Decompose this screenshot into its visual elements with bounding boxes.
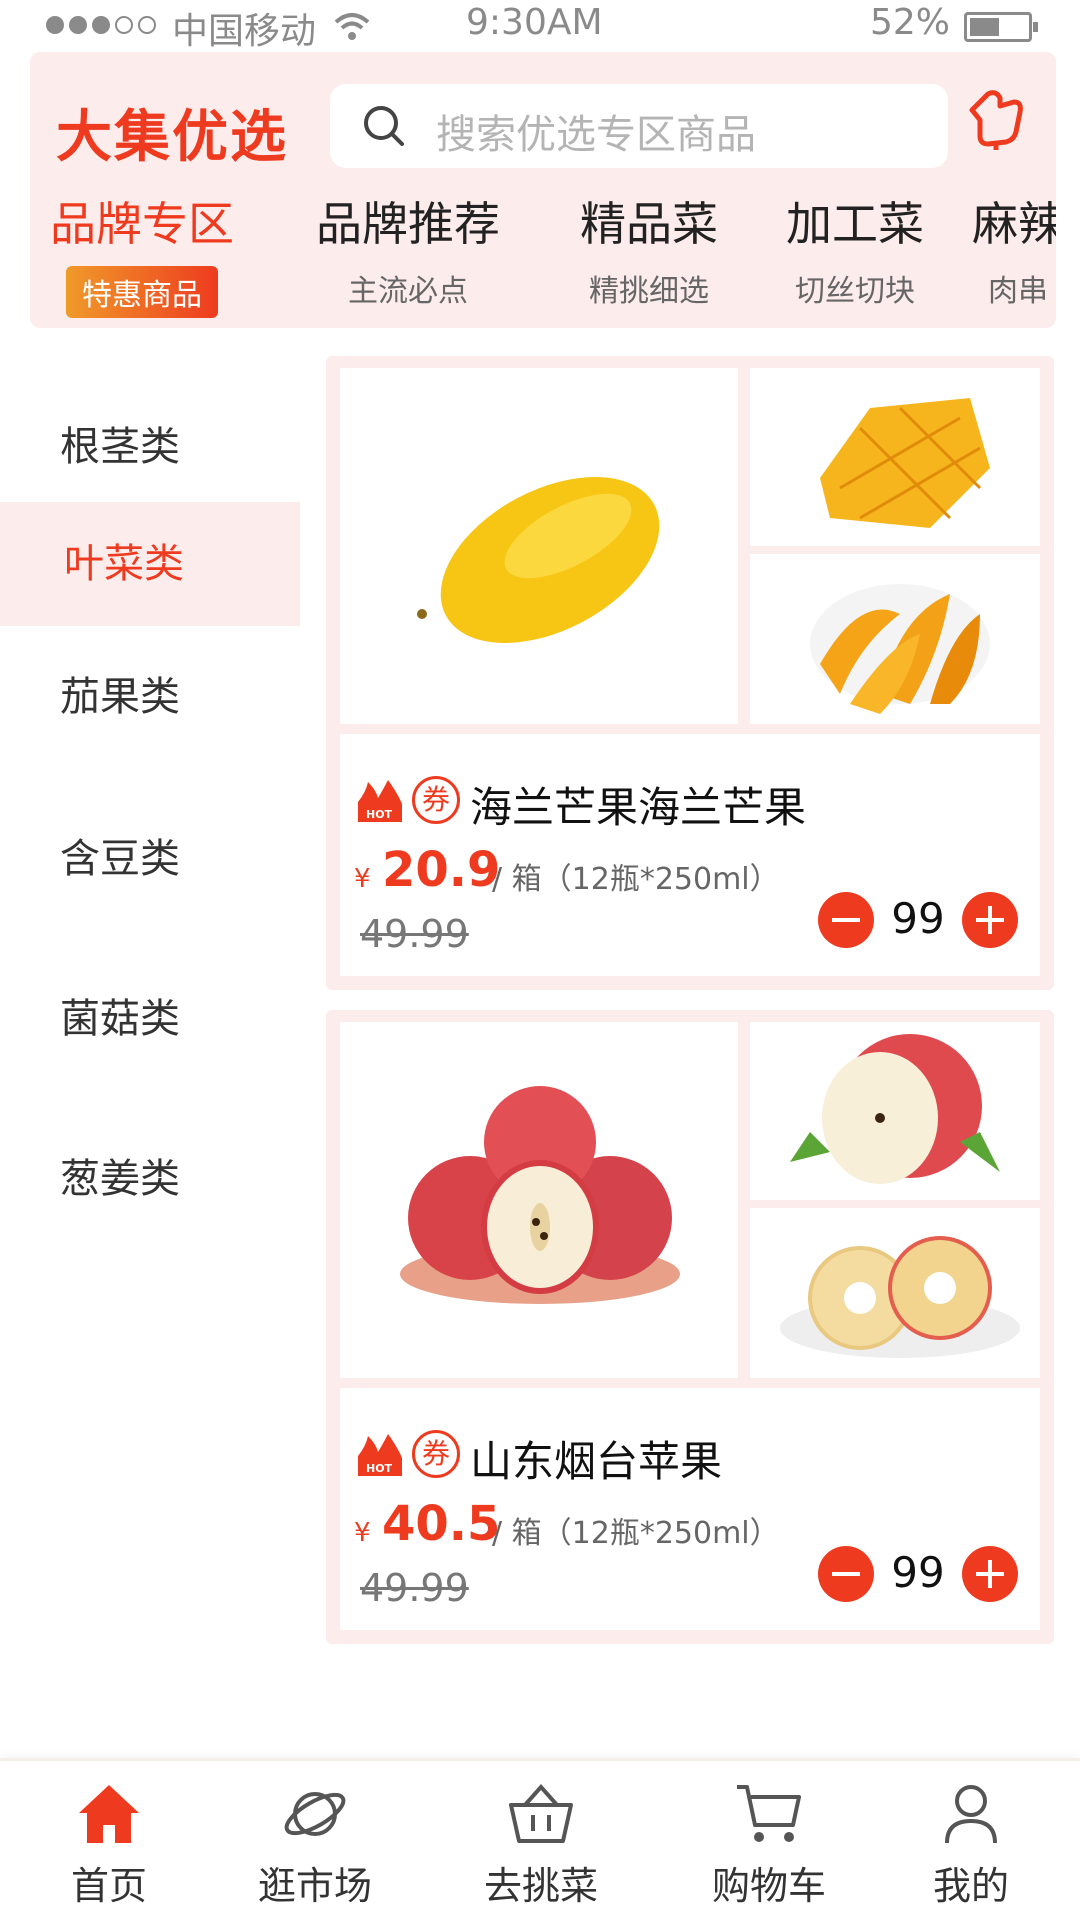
tab-title: 麻辣	[972, 197, 1056, 251]
user-icon	[886, 1781, 1056, 1851]
tab-premium-vegetables[interactable]: 精品菜 精挑细选	[580, 188, 718, 310]
tab-label: 首页	[70, 1864, 147, 1908]
product-thumb-image	[750, 1022, 1040, 1200]
tab-label: 去挑菜	[483, 1864, 598, 1908]
quantity-value: 99	[891, 1548, 945, 1597]
tab-subtitle: 精挑细选	[589, 274, 709, 309]
search-icon	[360, 102, 408, 154]
status-bar: 中国移动 9:30AM 52%	[0, 0, 1080, 52]
brand-title: 大集优选	[56, 105, 288, 170]
app-screen: { "status_bar": { "carrier": "中国移动", "ti…	[0, 0, 1080, 1920]
quantity-stepper: 99	[818, 890, 1018, 950]
currency-symbol: ¥	[354, 1518, 371, 1548]
sidebar-item-beans[interactable]: 含豆类	[0, 826, 300, 884]
tab-subtitle: 主流必点	[348, 274, 468, 309]
plus-button[interactable]	[962, 1546, 1018, 1602]
battery-icon	[964, 12, 1038, 42]
product-price: 40.5	[382, 1496, 501, 1552]
cart-icon	[684, 1781, 854, 1851]
sidebar-item-mushrooms[interactable]: 菌菇类	[0, 986, 300, 1044]
battery-percent: 52%	[870, 2, 951, 43]
signal-icon	[46, 16, 156, 34]
original-price: 49.99	[360, 1566, 469, 1610]
basket-icon	[456, 1781, 626, 1851]
product-main-image	[340, 1022, 738, 1378]
hand-icon[interactable]	[966, 88, 1024, 156]
product-thumb-image	[750, 368, 1040, 546]
product-card[interactable]: HOT 券 海兰芒果海兰芒果 ¥ 20.9 / 箱（12瓶*250ml） 49.…	[326, 356, 1054, 990]
coupon-icon: 券	[412, 776, 460, 824]
product-info: HOT 券 海兰芒果海兰芒果 ¥ 20.9 / 箱（12瓶*250ml） 49.…	[340, 734, 1040, 976]
tab-cart[interactable]: 购物车	[684, 1781, 854, 1910]
svg-text:HOT: HOT	[366, 1462, 393, 1475]
tab-pick-vegetables[interactable]: 去挑菜	[456, 1781, 626, 1910]
tab-label: 我的	[932, 1864, 1009, 1908]
product-info: HOT 券 山东烟台苹果 ¥ 40.5 / 箱（12瓶*250ml） 49.99…	[340, 1388, 1040, 1630]
tab-title: 精品菜	[580, 197, 718, 251]
tab-profile[interactable]: 我的	[886, 1781, 1056, 1910]
search-input[interactable]: 搜索优选专区商品	[330, 84, 948, 168]
tab-title: 加工菜	[786, 197, 924, 251]
category-tabs: 品牌专区 特惠商品 品牌推荐 主流必点 精品菜 精挑细选 加工菜 切丝切块 麻辣…	[0, 188, 1056, 328]
search-placeholder: 搜索优选专区商品	[436, 112, 756, 158]
promo-tag: 特惠商品	[66, 266, 218, 318]
product-unit: / 箱（12瓶*250ml）	[492, 862, 780, 897]
product-thumb-image	[750, 554, 1040, 724]
sidebar-item-fruit-vegetables[interactable]: 茄果类	[0, 664, 300, 722]
tab-home[interactable]: 首页	[24, 1781, 194, 1910]
product-thumb-image	[750, 1208, 1040, 1378]
svg-text:HOT: HOT	[366, 808, 393, 821]
wifi-icon	[334, 10, 370, 51]
tab-subtitle: 肉串	[988, 274, 1048, 309]
sidebar-item-leafy-vegetables[interactable]: 叶菜类	[0, 502, 300, 626]
tab-brand-zone[interactable]: 品牌专区 特惠商品	[50, 188, 234, 318]
minus-button[interactable]	[818, 892, 874, 948]
planet-icon	[230, 1781, 400, 1851]
sidebar-item-onion-ginger[interactable]: 葱姜类	[0, 1146, 300, 1204]
tab-title: 品牌推荐	[316, 197, 500, 251]
minus-button[interactable]	[818, 1546, 874, 1602]
tab-title: 品牌专区	[50, 197, 234, 251]
home-icon	[24, 1781, 194, 1851]
tab-subtitle: 切丝切块	[795, 274, 915, 309]
clock: 9:30AM	[466, 2, 603, 43]
product-unit: / 箱（12瓶*250ml）	[492, 1516, 780, 1551]
tab-label: 逛市场	[257, 1864, 372, 1908]
carrier-name: 中国移动	[172, 11, 317, 52]
tab-spicy[interactable]: 麻辣 肉串	[972, 188, 1056, 310]
bottom-tab-bar: 首页 逛市场 去挑菜 购物车 我的	[0, 1758, 1080, 1920]
original-price: 49.99	[360, 912, 469, 956]
tab-brand-recommend[interactable]: 品牌推荐 主流必点	[316, 188, 500, 310]
product-card[interactable]: HOT 券 山东烟台苹果 ¥ 40.5 / 箱（12瓶*250ml） 49.99…	[326, 1010, 1054, 1644]
tab-processed-vegetables[interactable]: 加工菜 切丝切块	[786, 188, 924, 310]
coupon-icon: 券	[412, 1430, 460, 1478]
hot-icon: HOT	[354, 778, 406, 826]
tab-market[interactable]: 逛市场	[230, 1781, 400, 1910]
plus-button[interactable]	[962, 892, 1018, 948]
product-price: 20.9	[382, 842, 501, 898]
quantity-stepper: 99	[818, 1544, 1018, 1604]
product-name: 山东烟台苹果	[470, 1437, 723, 1486]
tab-label: 购物车	[711, 1864, 826, 1908]
currency-symbol: ¥	[354, 864, 371, 894]
product-main-image	[340, 368, 738, 724]
sidebar-item-root-vegetables[interactable]: 根茎类	[0, 414, 300, 472]
hot-icon: HOT	[354, 1432, 406, 1480]
quantity-value: 99	[891, 894, 945, 943]
product-name: 海兰芒果海兰芒果	[470, 783, 807, 832]
